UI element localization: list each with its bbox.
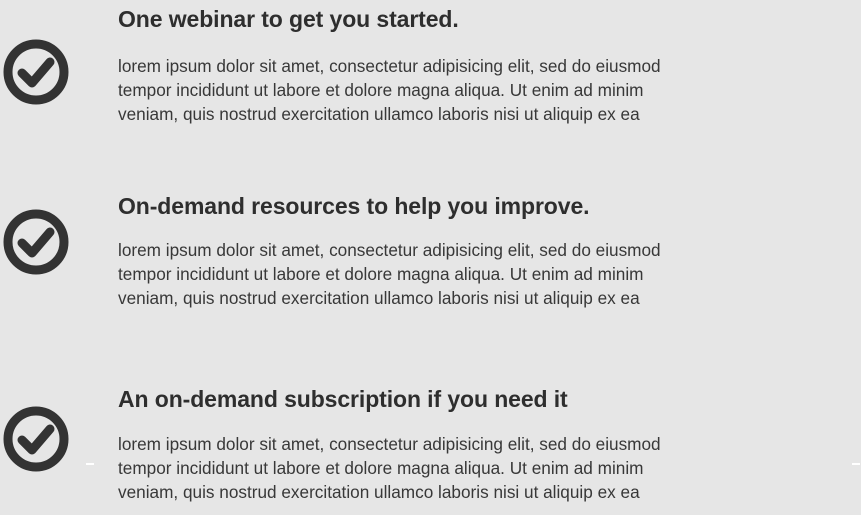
check-circle-icon — [3, 39, 69, 105]
feature-description-line: tempor incididunt ut labore et dolore ma… — [118, 458, 644, 478]
check-circle-icon — [3, 209, 69, 275]
feature-description: lorem ipsum dolor sit amet, consectetur … — [118, 432, 861, 504]
feature-description: lorem ipsum dolor sit amet, consectetur … — [118, 238, 861, 310]
feature-description-line: lorem ipsum dolor sit amet, consectetur … — [118, 56, 661, 76]
feature-description-line: veniam, quis nostrud exercitation ullamc… — [118, 482, 640, 502]
feature-description-line: veniam, quis nostrud exercitation ullamc… — [118, 288, 640, 308]
divider-mark-left — [86, 463, 94, 465]
feature-description-line: tempor incididunt ut labore et dolore ma… — [118, 264, 644, 284]
feature-title: On-demand resources to help you improve. — [118, 193, 590, 219]
feature-title: An on-demand subscription if you need it — [118, 386, 568, 412]
feature-description-line: lorem ipsum dolor sit amet, consectetur … — [118, 240, 661, 260]
feature-description: lorem ipsum dolor sit amet, consectetur … — [118, 54, 861, 126]
feature-description-line: lorem ipsum dolor sit amet, consectetur … — [118, 434, 661, 454]
feature-title: One webinar to get you started. — [118, 6, 459, 32]
divider-mark-right — [852, 463, 860, 465]
feature-description-line: veniam, quis nostrud exercitation ullamc… — [118, 104, 640, 124]
feature-description-line: tempor incididunt ut labore et dolore ma… — [118, 80, 644, 100]
check-circle-icon — [3, 406, 69, 472]
